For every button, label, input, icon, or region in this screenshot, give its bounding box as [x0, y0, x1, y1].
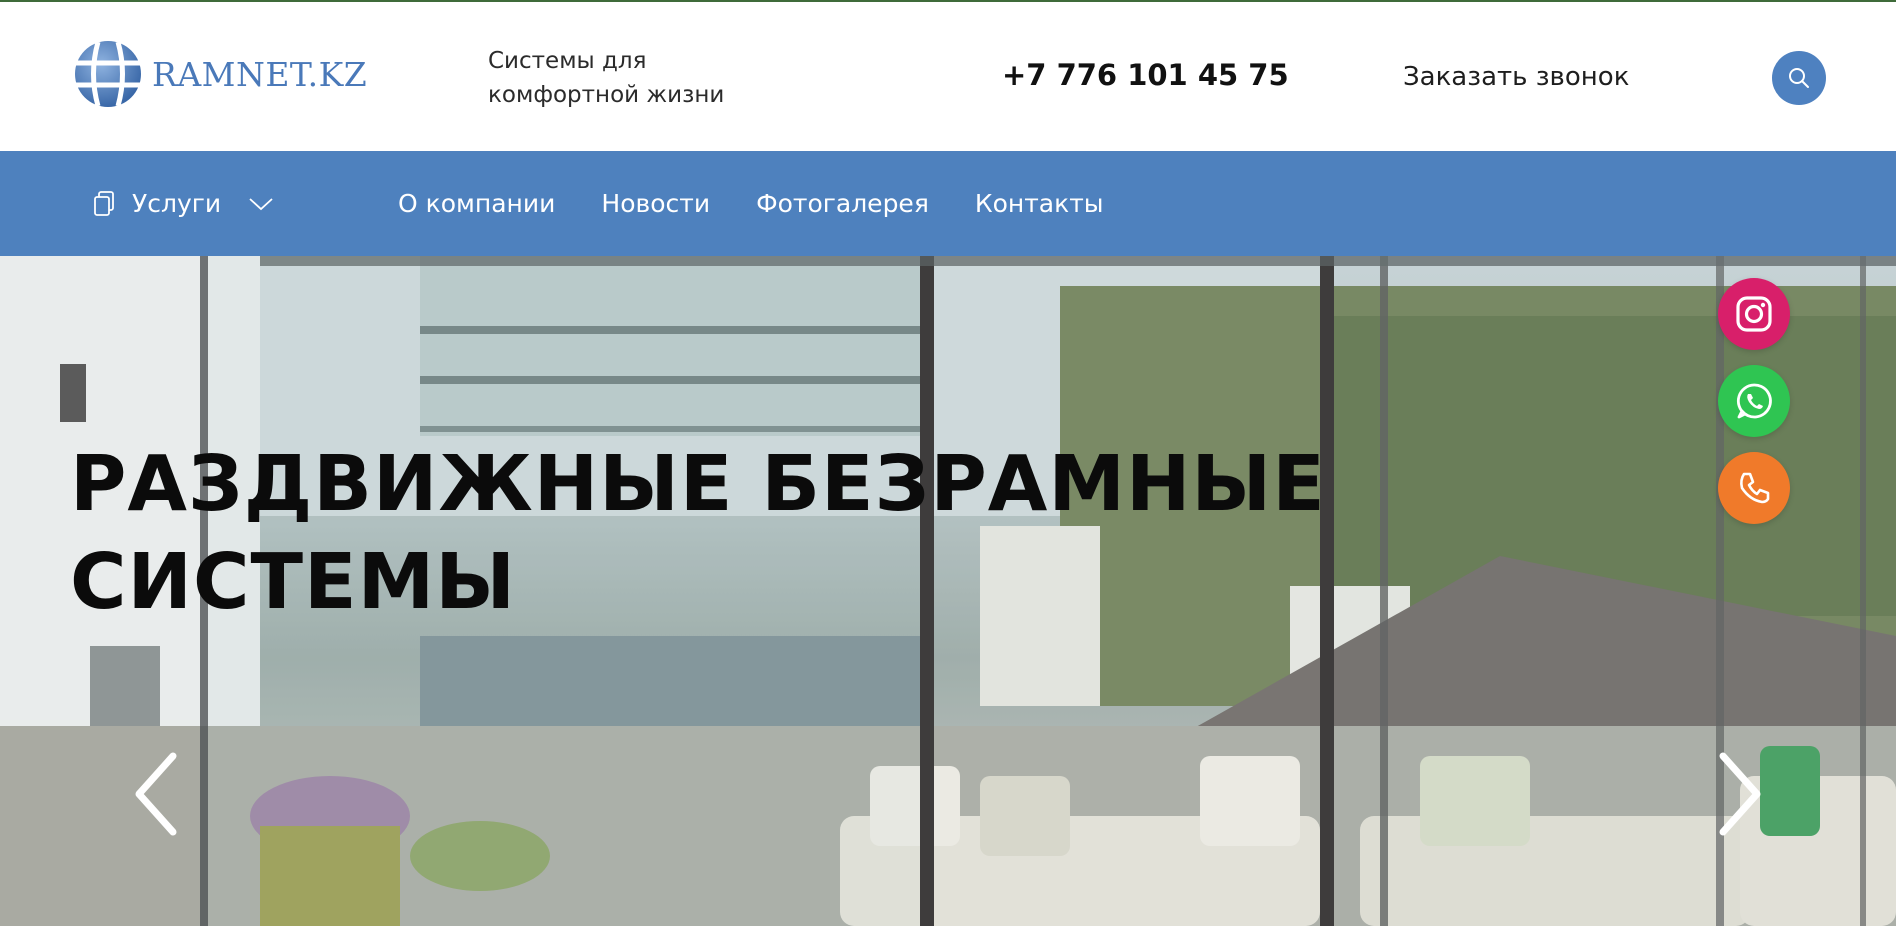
callback-request-link[interactable]: Заказать звонок: [1403, 62, 1629, 92]
site-logo[interactable]: RAMNET.KZ: [72, 36, 367, 112]
main-nav: Услуги О компании Новости Фотогалерея Ко…: [0, 151, 1896, 256]
phone-icon: [1740, 472, 1770, 504]
search-icon: [1789, 68, 1809, 88]
hero-title-line-1: РАЗДВИЖНЫЕ БЕЗРАМНЫЕ: [70, 440, 1326, 529]
chevron-right-icon: [1719, 752, 1761, 836]
nav-services-label: Услуги: [132, 189, 222, 218]
globe-icon: [75, 41, 141, 107]
hero-slider: РАЗДВИЖНЫЕ БЕЗРАМНЫЕ СИСТЕМЫ: [0, 256, 1896, 926]
hero-title-line-2: СИСТЕМЫ: [70, 538, 516, 627]
phone-call-button[interactable]: [1718, 452, 1790, 524]
nav-link-about[interactable]: О компании: [398, 189, 555, 218]
nav-link-contacts[interactable]: Контакты: [975, 189, 1104, 218]
search-button[interactable]: [1772, 51, 1826, 105]
nav-link-news[interactable]: Новости: [601, 189, 710, 218]
slider-next-button[interactable]: [1710, 744, 1770, 844]
hero-title: РАЗДВИЖНЫЕ БЕЗРАМНЫЕ СИСТЕМЫ: [70, 436, 1470, 632]
header-phone-link[interactable]: +7 776 101 45 75: [1002, 58, 1289, 92]
nav-link-gallery[interactable]: Фотогалерея: [756, 189, 929, 218]
chevron-left-icon: [135, 752, 177, 836]
whatsapp-icon: [1736, 383, 1772, 419]
instagram-button[interactable]: [1718, 278, 1790, 350]
instagram-icon: [1736, 296, 1772, 332]
chevron-down-icon: [249, 197, 273, 210]
nav-links: О компании Новости Фотогалерея Контакты: [398, 151, 1104, 256]
site-header: RAMNET.KZ Системы для комфортной жизни +…: [0, 2, 1896, 151]
logo-text: RAMNET.KZ: [152, 54, 368, 94]
slider-prev-button[interactable]: [126, 744, 186, 844]
nav-services-dropdown[interactable]: Услуги: [92, 151, 275, 256]
whatsapp-button[interactable]: [1718, 365, 1790, 437]
copy-icon: [94, 190, 114, 216]
site-tagline: Системы для комфортной жизни: [488, 48, 725, 108]
